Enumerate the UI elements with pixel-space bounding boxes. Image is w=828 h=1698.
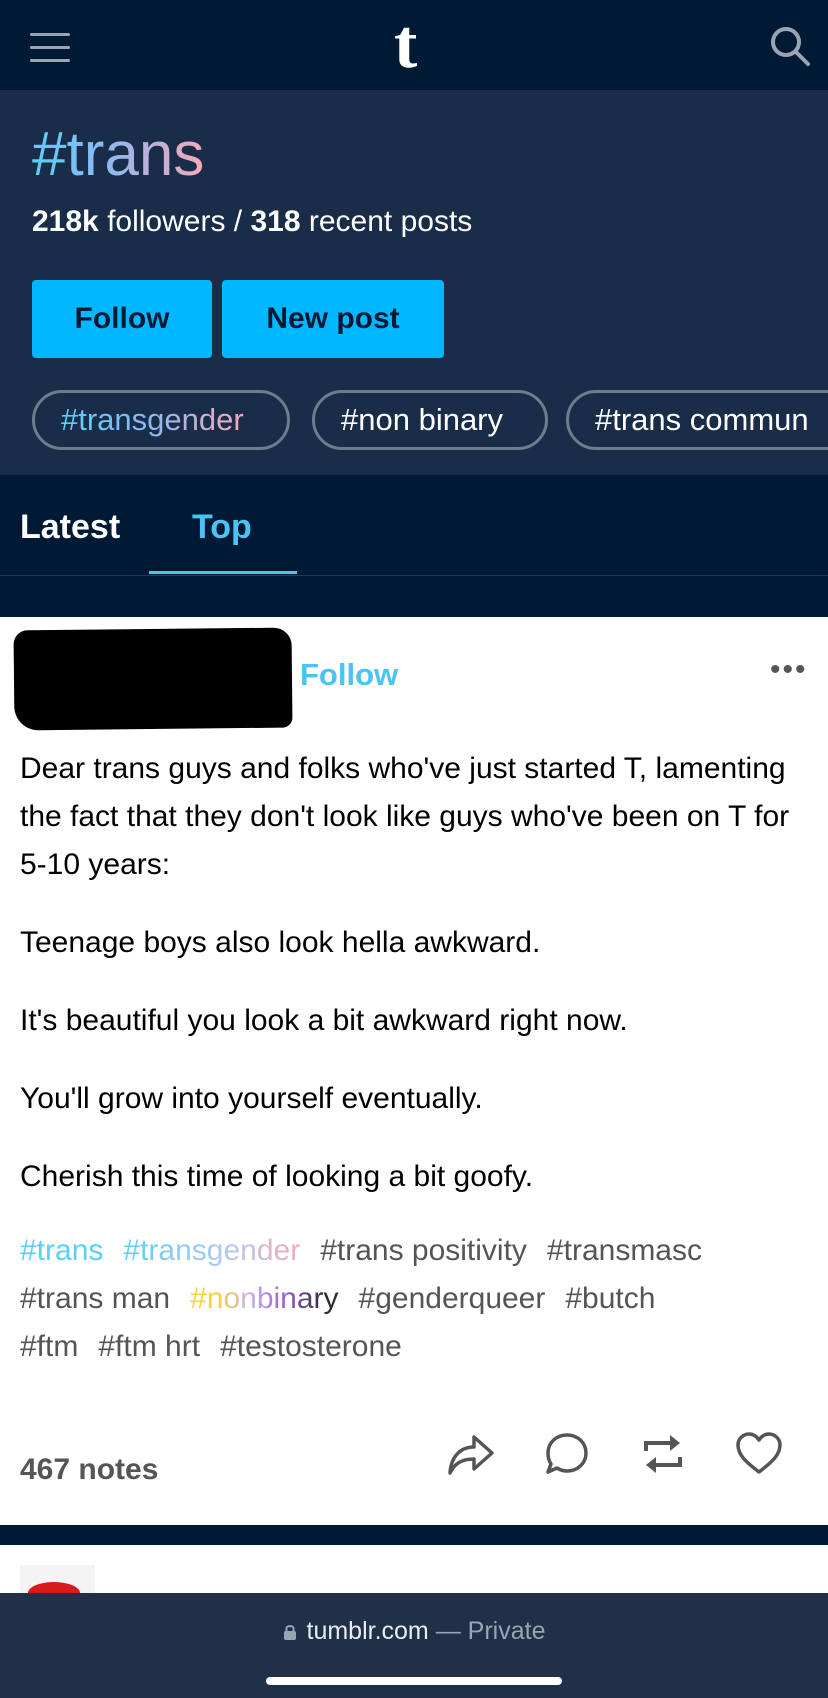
tag-title: #trans: [32, 118, 204, 192]
url-display[interactable]: tumblr.com — Private: [0, 1617, 828, 1646]
search-icon[interactable]: [768, 24, 812, 68]
post-tag[interactable]: #trans positivity: [320, 1234, 527, 1267]
post-paragraph: Dear trans guys and folks who've just st…: [20, 752, 790, 881]
private-label: Private: [467, 1617, 546, 1645]
followers-count: 218k: [32, 205, 99, 238]
post-tag[interactable]: #ftm: [20, 1330, 78, 1363]
tag-header: #trans 218k followers / 318 recent posts…: [0, 90, 828, 475]
post-tag[interactable]: #ftm hrt: [98, 1330, 200, 1363]
post-paragraph: It's beautiful you look a bit awkward ri…: [20, 1004, 628, 1037]
like-icon[interactable]: [734, 1429, 784, 1479]
related-tag-chip[interactable]: #transgender: [32, 390, 290, 450]
post-tag[interactable]: #transmasc: [547, 1234, 702, 1267]
related-tags-row: #transgender #non binary #trans commun: [32, 390, 828, 456]
more-options-icon[interactable]: •••: [770, 653, 808, 687]
top-navigation-bar: t: [0, 0, 828, 90]
feed-tabs: Latest Top: [0, 475, 828, 576]
reblog-icon[interactable]: [638, 1429, 688, 1479]
redacted-blog-name: [13, 627, 293, 731]
post-tag[interactable]: #butch: [565, 1282, 655, 1315]
new-post-button[interactable]: New post: [222, 280, 444, 358]
active-tab-indicator: [149, 571, 297, 574]
related-tag-chip[interactable]: #trans commun: [566, 390, 828, 450]
post-tags: #trans #transgender #trans positivity #tran…: [20, 1227, 820, 1371]
lock-icon: [283, 1625, 296, 1640]
next-post-card: [0, 1545, 828, 1598]
post-tag[interactable]: #testosterone: [220, 1330, 402, 1363]
related-tag-label: #transgender: [61, 402, 244, 437]
posts-count: 318: [250, 205, 301, 238]
url-domain: tumblr.com: [306, 1617, 429, 1645]
post-tag[interactable]: #genderqueer: [359, 1282, 546, 1315]
tab-latest[interactable]: Latest: [20, 508, 120, 547]
share-icon[interactable]: [446, 1429, 496, 1479]
posts-label: recent posts: [300, 205, 473, 238]
post-card: Follow ••• Dear trans guys and folks who…: [0, 617, 828, 1525]
tab-top[interactable]: Top: [192, 508, 252, 547]
post-paragraph: Cherish this time of looking a bit goofy…: [20, 1160, 534, 1193]
follow-blog-button[interactable]: Follow: [300, 657, 398, 693]
url-separator: —: [428, 1617, 468, 1645]
post-paragraph: Teenage boys also look hella awkward.: [20, 926, 541, 959]
post-tag[interactable]: #nonbinary: [190, 1282, 338, 1315]
post-tag[interactable]: #trans man: [20, 1282, 170, 1315]
post-tag[interactable]: #transgender: [123, 1234, 300, 1267]
follow-tag-button[interactable]: Follow: [32, 280, 212, 358]
reply-icon[interactable]: [542, 1429, 592, 1479]
post-paragraph: You'll grow into yourself eventually.: [20, 1082, 483, 1115]
tumblr-logo[interactable]: t: [394, 10, 417, 80]
browser-address-bar: tumblr.com — Private: [0, 1593, 828, 1698]
tag-stats: 218k followers / 318 recent posts: [32, 205, 472, 239]
followers-label: followers /: [98, 205, 251, 238]
home-indicator[interactable]: [266, 1677, 562, 1685]
notes-count[interactable]: 467 notes: [20, 1453, 158, 1487]
post-body: Dear trans guys and folks who've just st…: [20, 745, 810, 1231]
hamburger-menu-icon[interactable]: [30, 33, 70, 63]
post-tag[interactable]: #trans: [20, 1234, 103, 1267]
related-tag-chip[interactable]: #non binary: [312, 390, 548, 450]
